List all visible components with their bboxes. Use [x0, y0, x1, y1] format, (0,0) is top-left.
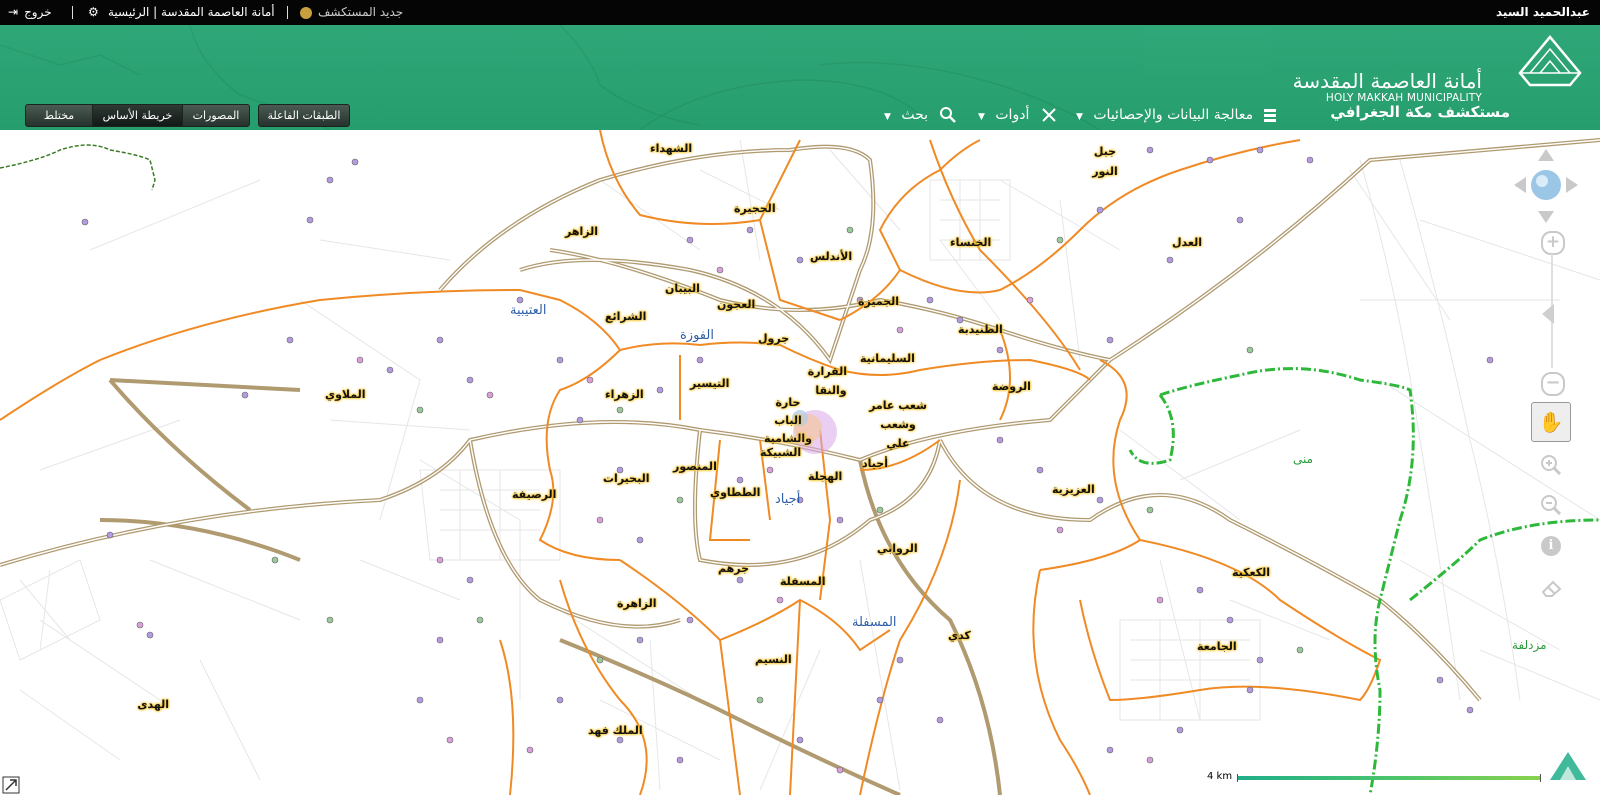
logout-label: خروج [24, 5, 52, 19]
area-label: أجياد [775, 492, 801, 507]
district-label: الشبيكة [760, 446, 802, 459]
logout-link[interactable]: ⇥ خروج [8, 0, 52, 25]
holy-site-label: مزدلفة [1512, 638, 1547, 652]
zoom-slider-handle[interactable] [1540, 302, 1556, 326]
district-label: العدل [1172, 236, 1203, 249]
district-label: جبل النور [1092, 145, 1118, 178]
district-label: حارة الباب والشامية [763, 396, 813, 445]
home-icon: ⚙ [88, 5, 99, 19]
district-label: الملك فهد [588, 724, 643, 737]
district-label: الروابي [877, 542, 918, 555]
district-label: الشرائع [605, 310, 647, 323]
zoom-box-out-icon[interactable] [1540, 494, 1562, 516]
district-label: الطنيدبة [958, 323, 1003, 336]
municipality-logo [1518, 35, 1582, 87]
data-processing-label: معالجة البيانات والإحصائيات [1093, 107, 1254, 123]
chevron-down-icon: ▼ [978, 112, 985, 122]
pan-arrows-icon[interactable] [1510, 145, 1582, 225]
topbar-divider [72, 6, 73, 19]
district-label: الزهراء [605, 388, 644, 401]
map-canvas[interactable]: الشهداء الحجيرة الزاهر الأندلس الخنساء ا… [0, 130, 1600, 795]
poi-markers [81, 146, 1494, 774]
street-network [0, 139, 1600, 791]
area-label: المسفلة [852, 615, 897, 630]
info-icon[interactable]: i [1541, 536, 1561, 556]
scale-tick [1540, 774, 1541, 782]
district-label: الخنساء [950, 236, 992, 249]
user-name: عبدالحميد السيد [1495, 5, 1590, 19]
holy-site-label: منى [1293, 452, 1314, 466]
zoom-in-icon[interactable]: + [1541, 231, 1565, 255]
scale-tick [1237, 774, 1238, 782]
area-label: العتيبية [510, 303, 547, 318]
district-label: جرهم [718, 562, 750, 575]
district-label: القرارة والنقا [807, 365, 847, 397]
district-label: الجامعة [1197, 640, 1237, 653]
district-label: البحيرات [603, 472, 650, 485]
news-label: جديد المستكشف [318, 5, 404, 19]
district-label: الكعكية [1232, 566, 1271, 579]
zoom-box-in-icon[interactable] [1540, 454, 1562, 476]
news-icon [300, 6, 312, 19]
district-label: الأندلس [810, 250, 853, 263]
district-label: الملاوي [325, 388, 366, 401]
overview-map-icon[interactable] [1548, 748, 1588, 782]
district-label: النسيم [755, 653, 792, 666]
district-label: الهجلة [808, 470, 843, 483]
chevron-down-icon: ▼ [884, 112, 891, 122]
search-label: بحث [901, 107, 929, 123]
district-label: الجميزة [858, 295, 900, 308]
district-label: الططاوي [710, 486, 761, 499]
district-label: الروضة [992, 380, 1031, 393]
layers-menu-icon [1263, 109, 1276, 122]
topbar-divider [287, 6, 288, 19]
chevron-down-icon: ▼ [1076, 112, 1083, 122]
district-label: الزاهر [565, 225, 598, 238]
district-label: البيبان [665, 282, 700, 295]
eraser-icon[interactable] [1539, 578, 1563, 598]
district-label: العجون [717, 298, 756, 311]
news-link[interactable]: جديد المستكشف [300, 0, 403, 25]
top-bar: عبدالحميد السيد جديد المستكشف ⚙ أمانة الع… [0, 0, 1600, 25]
district-label: الهدى [137, 698, 169, 711]
scale-label: 4 km [1207, 771, 1233, 782]
area-label: الفوزة [680, 328, 714, 343]
district-label: العزيزية [1052, 483, 1095, 496]
tools-menu[interactable]: ▼ أدوات [978, 105, 1058, 125]
district-label: المنصور [673, 460, 717, 473]
imagery-button[interactable]: المصورات [182, 104, 250, 127]
tools-label: أدوات [995, 107, 1030, 123]
basemap-button[interactable]: خريطة الأساس [92, 104, 183, 127]
holy-sites-boundary [1128, 367, 1600, 795]
district-label: أجياد [862, 457, 888, 470]
logout-icon: ⇥ [8, 5, 19, 19]
hybrid-button[interactable]: مختلط [25, 104, 93, 127]
scale-bar [1237, 776, 1540, 780]
search-menu[interactable]: ▼ بحث [884, 105, 957, 125]
home-link[interactable]: ⚙ أمانة العاصمة المقدسة | الرئيسية [88, 0, 275, 25]
district-label: السليمانية [860, 352, 915, 365]
district-label: شعب عامر وشعب علي [869, 399, 927, 450]
active-layers-button[interactable]: الطبقات الفاعلة [258, 104, 350, 127]
district-label: الزاهرة [617, 597, 657, 610]
zoom-out-icon[interactable]: − [1541, 372, 1565, 396]
search-icon [939, 107, 956, 123]
org-name-ar: أمانة العاصمة المقدسة [1292, 69, 1482, 93]
district-label: التيسير [690, 377, 730, 390]
home-label: أمانة العاصمة المقدسة | الرئيسية [108, 5, 275, 19]
district-label: الشهداء [650, 142, 693, 155]
pan-hand-icon[interactable]: ✋ [1531, 402, 1571, 442]
app-title: مستكشف مكة الجغرافي [1330, 103, 1510, 121]
map-base-layer [0, 130, 1600, 795]
data-processing-menu[interactable]: ▼ معالجة البيانات والإحصائيات [1076, 105, 1278, 125]
district-label: الرصيفة [512, 488, 557, 501]
district-label: المسفلة [780, 575, 826, 588]
district-label: جرول [758, 332, 790, 345]
expand-icon[interactable] [2, 776, 20, 794]
municipal-boundary [0, 144, 156, 191]
district-label: الحجيرة [734, 202, 776, 215]
tools-icon [1042, 108, 1056, 122]
district-label: كدي [948, 629, 971, 642]
